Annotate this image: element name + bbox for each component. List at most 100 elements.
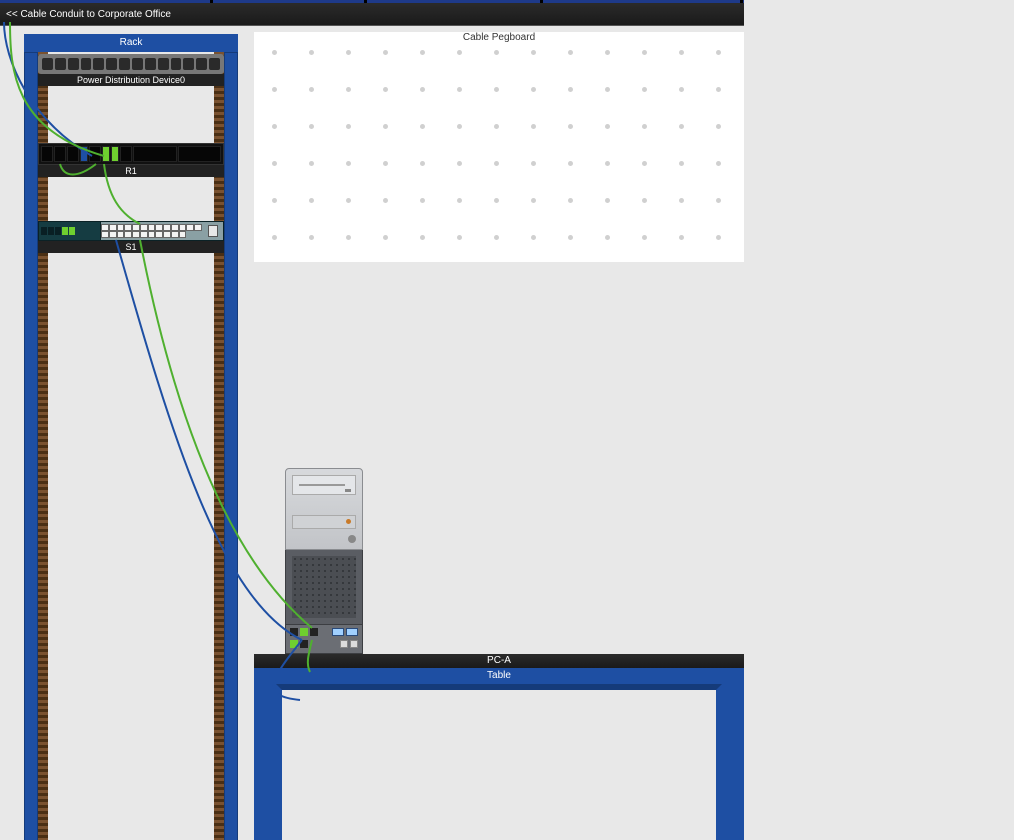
- pegboard-peg[interactable]: [346, 198, 351, 203]
- pc-serial-port[interactable]: [346, 628, 358, 636]
- pegboard-peg[interactable]: [679, 198, 684, 203]
- pegboard-peg[interactable]: [383, 87, 388, 92]
- pegboard-peg[interactable]: [457, 235, 462, 240]
- switch-uplink[interactable]: [203, 222, 223, 240]
- switch-port[interactable]: [140, 231, 148, 238]
- pegboard-peg[interactable]: [494, 198, 499, 203]
- router-port[interactable]: [54, 146, 66, 162]
- pegboard-peg[interactable]: [457, 161, 462, 166]
- pegboard-peg[interactable]: [272, 50, 277, 55]
- table-surface[interactable]: [276, 684, 722, 840]
- pc-tower[interactable]: [285, 468, 363, 654]
- pegboard-peg[interactable]: [494, 235, 499, 240]
- pegboard-peg[interactable]: [457, 198, 462, 203]
- router-port[interactable]: [41, 146, 53, 162]
- switch-port[interactable]: [163, 231, 171, 238]
- switch-port[interactable]: [117, 224, 125, 231]
- pegboard-peg[interactable]: [716, 124, 721, 129]
- switch-port[interactable]: [109, 231, 117, 238]
- pegboard-peg[interactable]: [568, 235, 573, 240]
- switch-port[interactable]: [132, 224, 140, 231]
- pegboard-peg[interactable]: [457, 50, 462, 55]
- pegboard-peg[interactable]: [605, 198, 610, 203]
- switch-port[interactable]: [124, 231, 132, 238]
- pegboard-peg[interactable]: [531, 124, 536, 129]
- pegboard-peg[interactable]: [309, 87, 314, 92]
- pegboard-peg[interactable]: [346, 124, 351, 129]
- pegboard-peg[interactable]: [531, 50, 536, 55]
- pc-usb-port[interactable]: [340, 640, 348, 648]
- pegboard-peg[interactable]: [346, 235, 351, 240]
- pegboard-peg[interactable]: [568, 124, 573, 129]
- pegboard-peg[interactable]: [494, 87, 499, 92]
- pegboard-peg[interactable]: [420, 198, 425, 203]
- pegboard-peg[interactable]: [679, 50, 684, 55]
- pdu-outlet[interactable]: [42, 58, 53, 70]
- switch-port[interactable]: [109, 224, 117, 231]
- pegboard-peg[interactable]: [383, 124, 388, 129]
- switch-mgmt-port[interactable]: [48, 227, 54, 235]
- switch-port[interactable]: [132, 231, 140, 238]
- pdu-outlet[interactable]: [132, 58, 143, 70]
- pegboard-peg[interactable]: [568, 87, 573, 92]
- floppy-drive[interactable]: [292, 515, 356, 529]
- pegboard-peg[interactable]: [383, 198, 388, 203]
- pegboard-peg[interactable]: [605, 50, 610, 55]
- pegboard-peg[interactable]: [531, 161, 536, 166]
- power-distribution-unit[interactable]: [38, 54, 224, 74]
- switch-port[interactable]: [155, 231, 163, 238]
- router-expansion-bay[interactable]: [133, 146, 177, 162]
- router-port[interactable]: [89, 146, 101, 162]
- equipment-rack[interactable]: Rack Power Distribution Device0: [24, 34, 238, 840]
- pegboard-peg[interactable]: [642, 198, 647, 203]
- switch-port[interactable]: [117, 231, 125, 238]
- pegboard-peg[interactable]: [642, 50, 647, 55]
- pegboard-peg[interactable]: [272, 161, 277, 166]
- pegboard-peg[interactable]: [716, 198, 721, 203]
- pegboard-peg[interactable]: [494, 124, 499, 129]
- switch-port[interactable]: [148, 231, 156, 238]
- pegboard-peg[interactable]: [568, 161, 573, 166]
- pegboard-peg[interactable]: [420, 87, 425, 92]
- pegboard-peg[interactable]: [346, 87, 351, 92]
- router-port[interactable]: [67, 146, 79, 162]
- switch-port[interactable]: [179, 231, 187, 238]
- pdu-outlet[interactable]: [209, 58, 220, 70]
- pdu-outlet[interactable]: [145, 58, 156, 70]
- switch-port[interactable]: [163, 224, 171, 231]
- pegboard-peg[interactable]: [716, 50, 721, 55]
- pegboard-peg[interactable]: [420, 235, 425, 240]
- pegboard-peg[interactable]: [605, 124, 610, 129]
- pegboard-peg[interactable]: [642, 161, 647, 166]
- pegboard-peg[interactable]: [531, 87, 536, 92]
- pdu-outlet[interactable]: [183, 58, 194, 70]
- pc-nic-port-active[interactable]: [290, 640, 298, 648]
- pegboard-peg[interactable]: [679, 124, 684, 129]
- optical-drive[interactable]: [292, 475, 356, 495]
- pegboard-peg[interactable]: [420, 50, 425, 55]
- switch-port[interactable]: [171, 224, 179, 231]
- power-button[interactable]: [348, 535, 356, 543]
- pegboard-peg[interactable]: [457, 87, 462, 92]
- pegboard-peg[interactable]: [309, 50, 314, 55]
- pc-port[interactable]: [300, 640, 308, 648]
- pdu-outlet[interactable]: [119, 58, 130, 70]
- pdu-outlet[interactable]: [93, 58, 104, 70]
- switch-s1[interactable]: [38, 221, 224, 241]
- pdu-outlet[interactable]: [106, 58, 117, 70]
- pegboard-peg[interactable]: [642, 87, 647, 92]
- pegboard-peg[interactable]: [494, 50, 499, 55]
- pegboard-peg[interactable]: [309, 161, 314, 166]
- switch-port[interactable]: [101, 224, 109, 231]
- switch-port[interactable]: [194, 224, 202, 231]
- pegboard-peg[interactable]: [272, 235, 277, 240]
- pegboard-peg[interactable]: [420, 124, 425, 129]
- switch-port[interactable]: [186, 224, 194, 231]
- router-expansion-bay[interactable]: [178, 146, 222, 162]
- pegboard-peg[interactable]: [716, 87, 721, 92]
- pdu-outlet[interactable]: [81, 58, 92, 70]
- conduit-link[interactable]: << Cable Conduit to Corporate Office: [6, 9, 171, 20]
- pegboard-peg[interactable]: [383, 235, 388, 240]
- switch-port[interactable]: [171, 231, 179, 238]
- pegboard-peg[interactable]: [457, 124, 462, 129]
